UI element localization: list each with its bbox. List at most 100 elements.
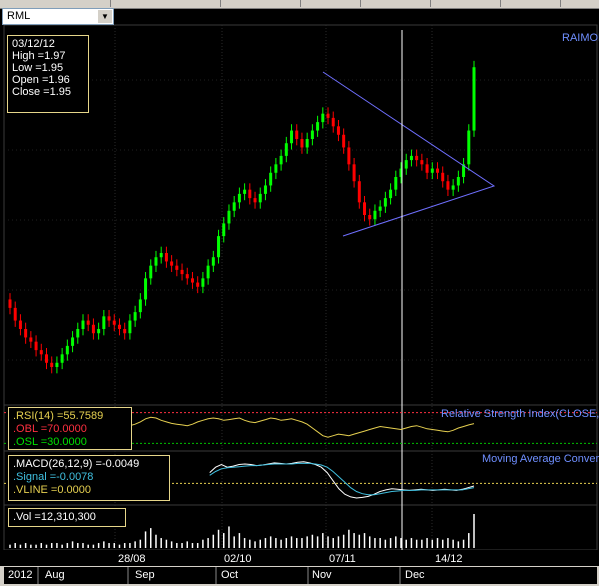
- date-label-4: 14/12: [435, 553, 463, 565]
- candle-body-43: [232, 202, 236, 211]
- candle-body-32: [175, 265, 179, 270]
- info-date: 03/12/12: [12, 38, 55, 50]
- candle-body-33: [180, 269, 184, 275]
- candle-body-67: [357, 181, 361, 203]
- candle-body-24: [133, 312, 137, 321]
- candle-body-35: [190, 278, 194, 283]
- candle-body-37: [201, 278, 205, 287]
- candle-body-74: [394, 177, 398, 190]
- month-label-sep: Sep: [135, 569, 155, 581]
- candle-body-54: [290, 130, 294, 144]
- candle-body-47: [253, 198, 257, 203]
- candle-body-42: [227, 210, 231, 224]
- volume-info-box: .Vol =12,310,300: [8, 508, 126, 527]
- candle-body-85: [451, 185, 455, 190]
- candle-body-44: [237, 193, 241, 203]
- candle-body-28: [154, 257, 158, 266]
- month-label-oct: Oct: [221, 569, 239, 581]
- candle-body-57: [305, 139, 309, 148]
- candle-body-16: [91, 324, 95, 334]
- candle-body-23: [128, 320, 132, 334]
- candle-body-5: [34, 341, 38, 351]
- candle-body-63: [336, 126, 340, 135]
- info-close: Close =1.95: [12, 86, 72, 98]
- rsi-info-box: .RSI(14) =55.7589 .OBL =70.0000 .OSL =30…: [8, 407, 132, 450]
- candle-body-81: [430, 168, 434, 173]
- candle-body-11: [65, 345, 69, 355]
- candle-body-15: [86, 320, 90, 325]
- candle-body-53: [284, 143, 288, 156]
- candle-body-70: [373, 210, 377, 220]
- macd-panel-title: Moving Average Conver: [482, 453, 599, 465]
- rsi-osl: .OSL =30.0000: [13, 436, 87, 448]
- candle-body-3: [24, 329, 28, 338]
- candle-body-49: [263, 185, 267, 194]
- candle-body-6: [39, 350, 43, 355]
- candle-body-89: [472, 67, 476, 131]
- candle-body-56: [300, 139, 304, 148]
- candle-body-41: [222, 223, 226, 237]
- candle-body-88: [467, 130, 471, 165]
- candle-body-65: [347, 147, 351, 165]
- symbol-value: RML: [7, 10, 31, 22]
- month-axis: [4, 567, 597, 584]
- vline-value: .VLINE =0.0000: [13, 484, 91, 496]
- candle-body-51: [274, 164, 278, 173]
- candle-body-34: [185, 274, 189, 279]
- candle-body-10: [60, 354, 64, 363]
- candle-body-71: [378, 206, 382, 211]
- symbol-select[interactable]: RML ▼: [2, 8, 114, 25]
- candle-body-69: [368, 215, 372, 220]
- candle-body-84: [446, 181, 450, 190]
- date-axis: [0, 550, 599, 566]
- rsi-panel-title: Relative Strength Index(CLOSE,1: [441, 408, 599, 420]
- candle-body-1: [13, 307, 17, 321]
- candle-body-64: [342, 134, 346, 148]
- candle-body-2: [18, 320, 22, 329]
- candle-body-86: [456, 177, 460, 186]
- candle-body-45: [243, 189, 247, 194]
- info-high: High =1.97: [12, 50, 66, 62]
- candle-body-68: [363, 202, 367, 215]
- candle-body-12: [71, 337, 75, 346]
- date-label-2: 02/10: [224, 553, 252, 565]
- month-label-year: 2012: [8, 569, 33, 581]
- macd-info-box: .MACD(26,12,9) =-0.0049 .Signal =-0.0078…: [8, 455, 170, 501]
- candle-body-60: [321, 113, 325, 123]
- candle-body-8: [50, 362, 54, 367]
- candle-body-58: [310, 130, 314, 139]
- candle-body-73: [389, 189, 393, 199]
- chevron-down-icon[interactable]: ▼: [98, 10, 112, 23]
- candle-body-66: [352, 164, 356, 182]
- candle-body-78: [415, 155, 419, 161]
- candle-body-30: [164, 253, 168, 262]
- candle-body-46: [248, 189, 252, 199]
- date-label-3: 07/11: [329, 553, 356, 565]
- candle-body-80: [425, 164, 429, 173]
- info-open: Open =1.96: [12, 74, 70, 86]
- candle-body-17: [97, 329, 101, 334]
- candle-body-27: [149, 265, 153, 279]
- candle-body-48: [258, 193, 262, 203]
- candle-body-72: [383, 198, 387, 207]
- candle-body-77: [409, 155, 413, 161]
- signal-value: .Signal =-0.0078: [13, 471, 94, 483]
- candle-body-9: [55, 362, 59, 367]
- candle-body-20: [112, 320, 116, 325]
- macd-value: .MACD(26,12,9) =-0.0049: [13, 458, 140, 470]
- candle-body-21: [117, 324, 121, 329]
- candle-body-13: [76, 329, 80, 338]
- candle-body-18: [102, 316, 106, 329]
- candle-body-82: [436, 168, 440, 173]
- candle-body-4: [29, 337, 33, 342]
- candle-body-25: [138, 299, 142, 313]
- candle-body-22: [123, 329, 127, 334]
- month-label-aug: Aug: [45, 569, 65, 581]
- date-label-1: 28/08: [118, 553, 146, 565]
- candle-body-61: [326, 113, 330, 118]
- month-label-nov: Nov: [312, 569, 332, 581]
- candle-body-7: [44, 354, 48, 363]
- candle-body-29: [159, 253, 163, 258]
- rsi-value: .RSI(14) =55.7589: [13, 410, 104, 422]
- candle-body-0: [8, 299, 12, 308]
